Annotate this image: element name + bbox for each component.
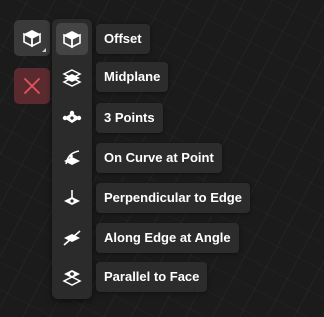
edge-angle-icon xyxy=(62,228,82,248)
menu-item-midplane-label[interactable]: Midplane xyxy=(96,62,169,92)
three-points-icon xyxy=(62,108,82,128)
perpendicular-edge-icon xyxy=(62,188,82,208)
menu-item-parallel-to-face[interactable] xyxy=(56,261,88,293)
parallel-face-icon xyxy=(62,267,82,287)
menu-item-along-edge-at-angle[interactable] xyxy=(56,222,88,254)
menu-item-on-curve-at-point-label[interactable]: On Curve at Point xyxy=(96,143,222,173)
menu-item-perpendicular-to-edge-label[interactable]: Perpendicular to Edge xyxy=(96,183,250,213)
plane-tool-button[interactable] xyxy=(14,20,50,56)
menu-item-offset[interactable] xyxy=(56,23,88,55)
close-icon xyxy=(23,77,41,95)
plane-cube-icon xyxy=(22,28,42,48)
menu-item-midplane[interactable] xyxy=(56,61,88,93)
curve-point-icon xyxy=(62,148,82,168)
cancel-button[interactable] xyxy=(14,68,50,104)
menu-item-on-curve-at-point[interactable] xyxy=(56,142,88,174)
midplane-icon xyxy=(62,67,82,87)
menu-item-perpendicular-to-edge[interactable] xyxy=(56,182,88,214)
menu-item-3-points[interactable] xyxy=(56,102,88,134)
menu-item-3-points-label[interactable]: 3 Points xyxy=(96,103,163,133)
menu-item-along-edge-at-angle-label[interactable]: Along Edge at Angle xyxy=(96,223,239,253)
offset-plane-icon xyxy=(62,29,82,49)
menu-item-offset-label[interactable]: Offset xyxy=(96,24,150,54)
menu-item-parallel-to-face-label[interactable]: Parallel to Face xyxy=(96,262,208,292)
